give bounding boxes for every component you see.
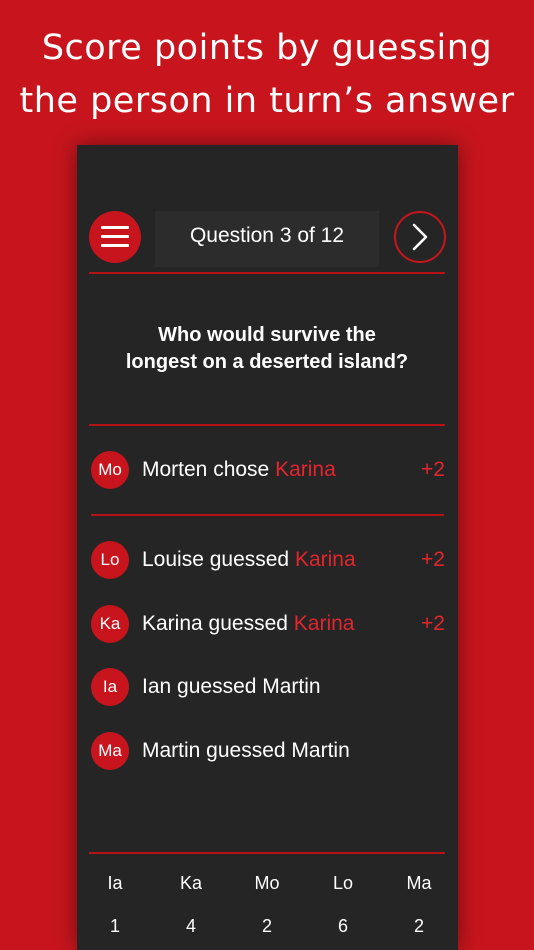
avatar: Ka (91, 605, 129, 643)
guess-answer: Karina (293, 612, 355, 635)
question-divider (89, 424, 445, 426)
guess-text: Louise guessed Karina (142, 546, 356, 574)
scoreboard-column: Ma 2 (381, 871, 457, 938)
guess-answer: Karina (294, 548, 356, 571)
guess-text: Martin guessed Martin (142, 737, 350, 765)
scoreboard-column: Ka 4 (153, 871, 229, 938)
chooser-divider (91, 514, 444, 516)
chooser-text: Morten chose Karina (142, 456, 336, 484)
avatar: Lo (91, 541, 129, 579)
points-badge: +2 (421, 458, 445, 481)
phone-screen: Question 3 of 12 Who would survive the l… (77, 145, 458, 950)
guess-prefix: Martin guessed Martin (142, 739, 350, 762)
guess-row: Ma Martin guessed Martin (91, 732, 445, 772)
question-text: Who would survive the longest on a deser… (89, 322, 445, 376)
guess-text: Ian guessed Martin (142, 673, 321, 701)
player-score: 6 (337, 916, 348, 936)
scoreboard-column: Lo 6 (305, 871, 381, 938)
player-score: 1 (109, 916, 120, 936)
points-badge: +2 (421, 548, 445, 571)
player-initials: Ma (406, 873, 432, 893)
chooser-prefix: Morten chose (142, 458, 276, 481)
next-question-button[interactable] (394, 211, 446, 263)
avatar: Mo (91, 451, 129, 489)
chevron-right-icon (412, 223, 428, 251)
question-line-2: longest on a deserted island? (125, 351, 409, 373)
promo-headline-line-2: the person in turn’s answer (19, 81, 515, 121)
header-divider (89, 272, 445, 274)
avatar: Ma (91, 732, 129, 770)
points-badge: +2 (421, 612, 445, 635)
scoreboard-divider (89, 852, 445, 854)
promo-headline: Score points by guessing the person in t… (0, 22, 534, 128)
guess-prefix: Karina guessed (142, 612, 294, 635)
player-score: 2 (261, 916, 272, 936)
player-initials: Mo (254, 873, 280, 893)
chooser-answer: Karina (275, 458, 336, 481)
guess-prefix: Ian guessed Martin (142, 675, 321, 698)
player-initials: Lo (332, 873, 354, 893)
avatar: Ia (91, 668, 129, 706)
scoreboard-column: Mo 2 (229, 871, 305, 938)
player-initials: Ka (179, 873, 203, 893)
question-line-1: Who would survive the (158, 324, 376, 346)
guess-row: Ka Karina guessed Karina +2 (91, 605, 445, 645)
player-score: 4 (185, 916, 196, 936)
promo-headline-line-1: Score points by guessing (41, 28, 493, 68)
player-initials: Ia (107, 873, 123, 893)
guess-row: Lo Louise guessed Karina +2 (91, 541, 445, 581)
top-bar: Question 3 of 12 (89, 207, 446, 273)
player-score: 2 (413, 916, 424, 936)
guess-row: Ia Ian guessed Martin (91, 668, 445, 708)
question-counter: Question 3 of 12 (189, 224, 345, 247)
guess-text: Karina guessed Karina (142, 610, 354, 638)
scoreboard-column: Ia 1 (77, 871, 153, 938)
guess-prefix: Louise guessed (142, 548, 295, 571)
menu-button[interactable] (89, 211, 141, 263)
chooser-row: Mo Morten chose Karina +2 (91, 451, 445, 491)
